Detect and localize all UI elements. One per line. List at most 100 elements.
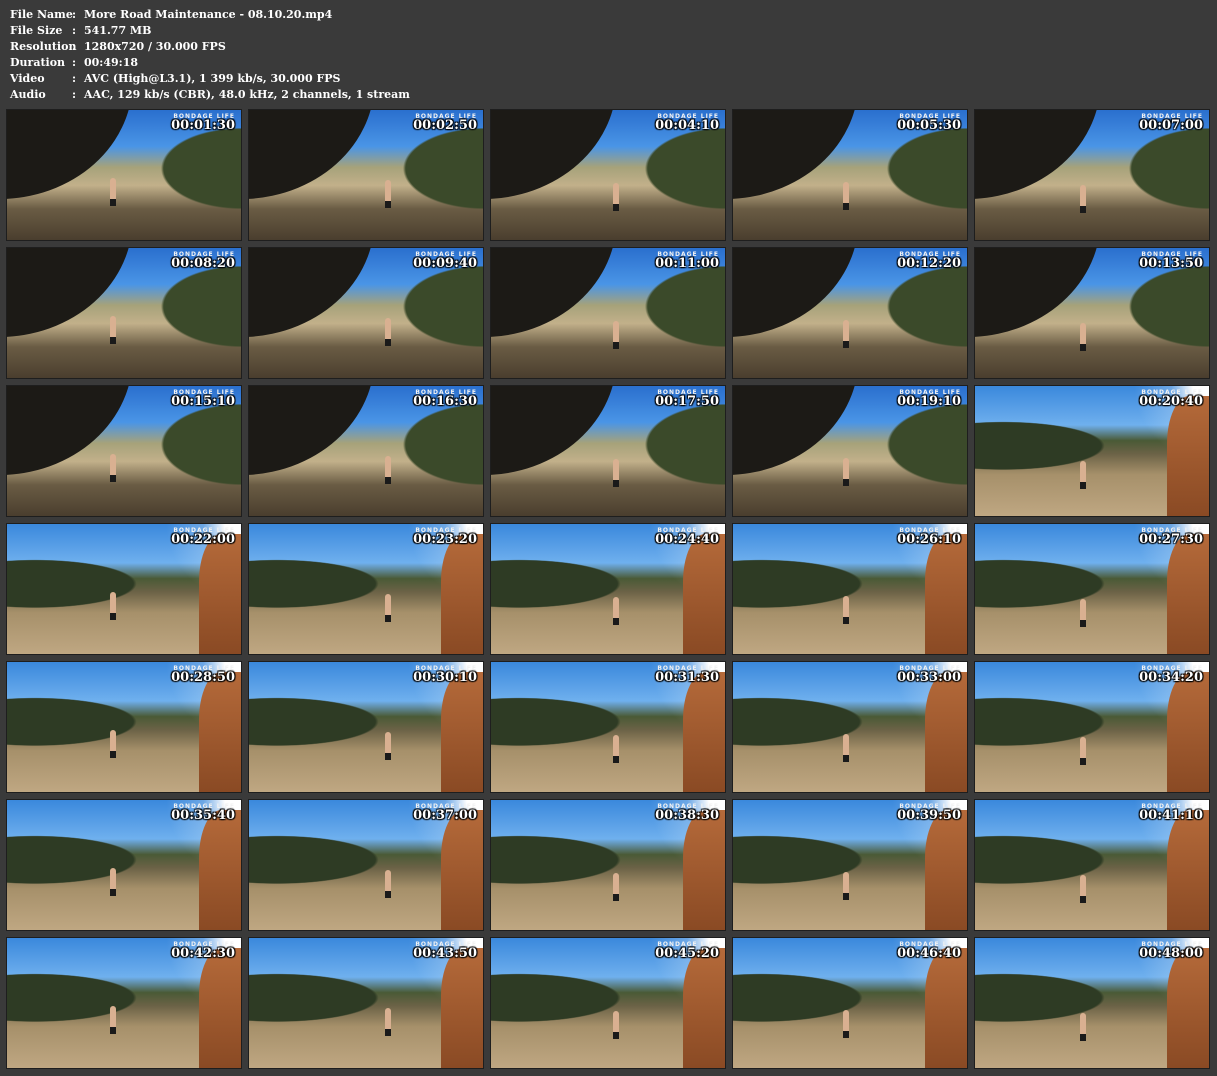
thumbnail[interactable]: BONDAGE LIFE 00:13:50 (974, 247, 1210, 379)
thumbnail[interactable]: BONDAGE LIFE 00:11:00 (490, 247, 726, 379)
thumbnail[interactable]: BONDAGE LIFE 00:19:10 (732, 385, 968, 517)
thumbnail[interactable]: BONDAGE LIFE 00:33:00 (732, 661, 968, 793)
timestamp: 00:26:10 (897, 532, 961, 547)
timestamp: 00:09:40 (413, 256, 477, 271)
person-figure (1080, 461, 1087, 490)
info-label: Duration (10, 56, 66, 69)
timestamp: 00:15:10 (171, 394, 235, 409)
file-info-panel: File Name: More Road Maintenance - 08.10.… (10, 7, 410, 103)
person-figure (612, 596, 619, 625)
timestamp: 00:38:30 (655, 808, 719, 823)
thumbnail[interactable]: BONDAGE LIFE 00:22:00 (6, 523, 242, 655)
person-figure (612, 734, 619, 763)
thumbnail[interactable]: BONDAGE LIFE 00:08:20 (6, 247, 242, 379)
thumbnail[interactable]: BONDAGE LIFE 00:27:30 (974, 523, 1210, 655)
info-value: 00:49:18 (84, 56, 139, 69)
person-figure (612, 1010, 619, 1039)
thumbnail[interactable]: BONDAGE LIFE 00:39:50 (732, 799, 968, 931)
thumbnail[interactable]: BONDAGE LIFE 00:41:10 (974, 799, 1210, 931)
info-label: Video (10, 72, 45, 85)
person-figure (1080, 875, 1087, 904)
thumbnail[interactable]: BONDAGE LIFE 00:26:10 (732, 523, 968, 655)
timestamp: 00:28:50 (171, 670, 235, 685)
thumbnail[interactable]: BONDAGE LIFE 00:30:10 (248, 661, 484, 793)
timestamp: 00:05:30 (897, 118, 961, 133)
info-row: File Name: More Road Maintenance - 08.10.… (10, 7, 410, 23)
person-figure (612, 320, 619, 349)
thumbnail[interactable]: BONDAGE LIFE 00:48:00 (974, 937, 1210, 1069)
thumbnail[interactable]: BONDAGE LIFE 00:35:40 (6, 799, 242, 931)
thumbnail[interactable]: BONDAGE LIFE 00:34:20 (974, 661, 1210, 793)
thumbnail-grid: BONDAGE LIFE 00:01:30 BONDAGE LIFE 00:02:50… (6, 109, 1210, 1069)
timestamp: 00:04:10 (655, 118, 719, 133)
person-figure (1080, 1013, 1087, 1042)
thumbnail[interactable]: BONDAGE LIFE 00:15:10 (6, 385, 242, 517)
info-separator: : (72, 40, 77, 53)
person-figure (1080, 185, 1087, 214)
person-figure (842, 319, 849, 348)
timestamp: 00:23:20 (413, 532, 477, 547)
person-figure (384, 870, 391, 899)
person-figure (842, 595, 849, 624)
info-row: Resolution:1280x720 / 30.000 FPS (10, 39, 410, 55)
thumbnail[interactable]: BONDAGE LIFE 00:23:20 (248, 523, 484, 655)
timestamp: 00:46:40 (897, 946, 961, 961)
timestamp: 00:27:30 (1139, 532, 1203, 547)
thumbnail[interactable]: BONDAGE LIFE 00:45:20 (490, 937, 726, 1069)
person-figure (1080, 323, 1087, 352)
thumbnail[interactable]: BONDAGE LIFE 00:04:10 (490, 109, 726, 241)
info-value: 1280x720 / 30.000 FPS (84, 40, 226, 53)
person-figure (109, 453, 116, 482)
person-figure (384, 594, 391, 623)
thumbnail[interactable]: BONDAGE LIFE 00:17:50 (490, 385, 726, 517)
thumbnail[interactable]: BONDAGE LIFE 00:24:40 (490, 523, 726, 655)
timestamp: 00:37:00 (413, 808, 477, 823)
timestamp: 00:02:50 (413, 118, 477, 133)
thumbnail[interactable]: BONDAGE LIFE 00:02:50 (248, 109, 484, 241)
timestamp: 00:07:00 (1139, 118, 1203, 133)
info-value: 541.77 MB (84, 24, 152, 37)
thumbnail[interactable]: BONDAGE LIFE 00:42:30 (6, 937, 242, 1069)
thumbnail[interactable]: BONDAGE LIFE 00:20:40 (974, 385, 1210, 517)
thumbnail[interactable]: BONDAGE LIFE 00:38:30 (490, 799, 726, 931)
thumbnail[interactable]: BONDAGE LIFE 00:46:40 (732, 937, 968, 1069)
thumbnail[interactable]: BONDAGE LIFE 00:12:20 (732, 247, 968, 379)
timestamp: 00:19:10 (897, 394, 961, 409)
timestamp: 00:01:30 (171, 118, 235, 133)
thumbnail[interactable]: BONDAGE LIFE 00:07:00 (974, 109, 1210, 241)
thumbnail[interactable]: BONDAGE LIFE 00:31:30 (490, 661, 726, 793)
thumbnail[interactable]: BONDAGE LIFE 00:05:30 (732, 109, 968, 241)
timestamp: 00:42:30 (171, 946, 235, 961)
person-figure (842, 1009, 849, 1038)
info-label: File Size (10, 24, 63, 37)
thumbnail[interactable]: BONDAGE LIFE 00:37:00 (248, 799, 484, 931)
info-row: Video: AVC (High@L3.1), 1 399 kb/s, 30.00… (10, 71, 410, 87)
timestamp: 00:41:10 (1139, 808, 1203, 823)
person-figure (109, 867, 116, 896)
thumbnail[interactable]: BONDAGE LIFE 00:16:30 (248, 385, 484, 517)
info-row: File Size:541.77 MB (10, 23, 410, 39)
info-separator: : (72, 72, 77, 85)
timestamp: 00:16:30 (413, 394, 477, 409)
info-label: File Name (10, 8, 73, 21)
person-figure (1080, 599, 1087, 628)
thumbnail[interactable]: BONDAGE LIFE 00:43:50 (248, 937, 484, 1069)
thumbnail[interactable]: BONDAGE LIFE 00:01:30 (6, 109, 242, 241)
person-figure (109, 177, 116, 206)
thumbnail[interactable]: BONDAGE LIFE 00:09:40 (248, 247, 484, 379)
timestamp: 00:39:50 (897, 808, 961, 823)
info-value: AVC (High@L3.1), 1 399 kb/s, 30.000 FPS (84, 72, 341, 85)
person-figure (109, 1005, 116, 1034)
timestamp: 00:35:40 (171, 808, 235, 823)
thumbnail[interactable]: BONDAGE LIFE 00:28:50 (6, 661, 242, 793)
person-figure (612, 872, 619, 901)
person-figure (842, 181, 849, 210)
info-separator: : (72, 56, 77, 69)
timestamp: 00:22:00 (171, 532, 235, 547)
person-figure (384, 456, 391, 485)
info-separator: : (72, 24, 77, 37)
person-figure (842, 457, 849, 486)
timestamp: 00:34:20 (1139, 670, 1203, 685)
person-figure (384, 318, 391, 347)
timestamp: 00:33:00 (897, 670, 961, 685)
